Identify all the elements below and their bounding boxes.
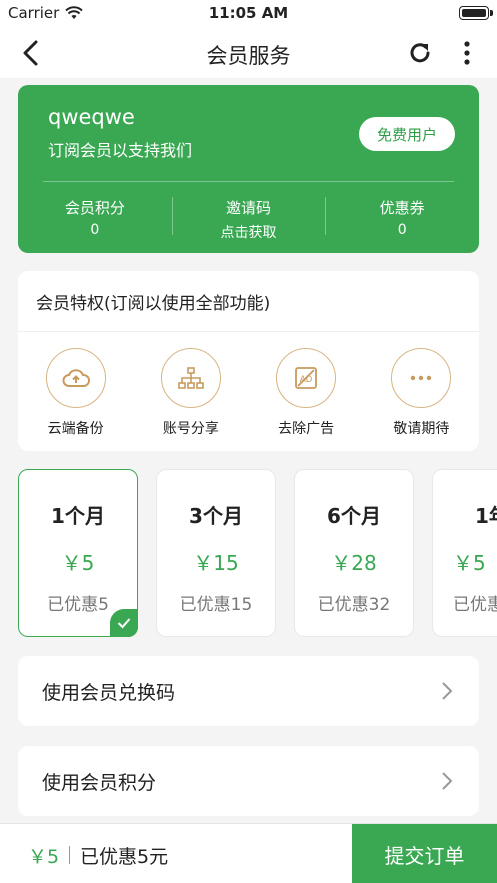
- privilege-list: 云端备份 账号分享 AD 去除广告: [18, 348, 479, 438]
- plan-discount: 已优惠15: [179, 595, 253, 615]
- more-dots-icon: [391, 348, 452, 408]
- no-ad-icon: AD: [276, 348, 337, 408]
- stat-coupons[interactable]: 优惠券 0: [325, 197, 479, 242]
- privilege-label: 云端备份: [47, 421, 104, 437]
- order-bar: ￥5 已优惠5元 提交订单: [0, 823, 497, 883]
- stat-value: 0: [397, 222, 407, 238]
- divider: [43, 181, 454, 182]
- use-points-row[interactable]: 使用会员积分: [18, 746, 479, 816]
- cloud-upload-icon: [45, 348, 106, 408]
- privilege-coming-soon[interactable]: 敬请期待: [364, 348, 479, 438]
- plan-duration: 1年: [475, 504, 497, 528]
- plan-duration: 3个月: [189, 504, 243, 528]
- stat-label: 优惠券: [379, 199, 425, 217]
- privilege-cloud-backup[interactable]: 云端备份: [18, 348, 133, 438]
- chevron-right-icon: [442, 772, 453, 790]
- more-vertical-icon[interactable]: [461, 40, 473, 66]
- stat-value: 点击获取: [220, 225, 277, 241]
- member-subtitle: 订阅会员以支持我们: [48, 141, 193, 160]
- share-tree-icon: [160, 348, 221, 408]
- redeem-code-row[interactable]: 使用会员兑换码: [18, 656, 479, 726]
- stat-points[interactable]: 会员积分 0: [18, 197, 172, 242]
- plan-price: ￥28: [331, 551, 377, 575]
- row-label: 使用会员兑换码: [42, 682, 176, 704]
- plan-price: ￥15: [193, 551, 239, 575]
- plan-duration: 6个月: [327, 504, 381, 528]
- privilege-account-share[interactable]: 账号分享: [133, 348, 248, 438]
- user-type-badge[interactable]: 免费用户: [359, 117, 455, 151]
- privilege-remove-ads[interactable]: AD 去除广告: [249, 348, 364, 438]
- row-label: 使用会员积分: [42, 772, 157, 794]
- plan-price: ￥5: [61, 551, 95, 575]
- member-stats: 会员积分 0 邀请码 点击获取 优惠券 0: [18, 197, 479, 242]
- submit-order-button[interactable]: 提交订单: [352, 824, 497, 883]
- privilege-label: 敬请期待: [393, 421, 450, 437]
- status-bar: Carrier 11:05 AM: [0, 0, 497, 28]
- checkmark-icon: [110, 609, 138, 637]
- privilege-label: 去除广告: [278, 421, 335, 437]
- plan-discount: 已优惠: [453, 595, 497, 615]
- refresh-icon[interactable]: [407, 40, 433, 66]
- divider: [18, 331, 479, 332]
- order-saved: 已优惠5元: [80, 846, 169, 868]
- plan-price: ￥5: [453, 551, 486, 575]
- stat-value: 0: [90, 222, 100, 238]
- battery-icon: [459, 6, 493, 20]
- plan-carousel[interactable]: 1个月 ￥5 已优惠5 3个月 ￥15 已优惠15 6个月 ￥28 已优惠32 …: [18, 469, 497, 637]
- plan-3-month[interactable]: 3个月 ￥15 已优惠15: [156, 469, 276, 637]
- plan-discount: 已优惠32: [317, 595, 391, 615]
- order-total: ￥5: [28, 846, 60, 868]
- member-card: qweqwe 订阅会员以支持我们 免费用户 会员积分 0 邀请码 点击获取 优惠…: [18, 85, 479, 253]
- username: qweqwe: [48, 105, 135, 129]
- plan-duration: 1个月: [51, 504, 105, 528]
- stat-label: 会员积分: [64, 199, 125, 217]
- clock: 11:05 AM: [208, 4, 289, 22]
- privilege-label: 账号分享: [162, 421, 219, 437]
- privileges-card: 会员特权(订阅以使用全部功能) 云端备份 账号分享 去除广告 敬请期待: [18, 271, 479, 451]
- plan-1-month[interactable]: 1个月 ￥5 已优惠5: [18, 469, 138, 637]
- nav-bar: 会员服务: [0, 28, 497, 78]
- privileges-title: 会员特权(订阅以使用全部功能): [36, 294, 271, 314]
- divider: [69, 846, 70, 864]
- plan-1-year[interactable]: 1年 ￥5 已优惠: [432, 469, 497, 637]
- plan-6-month[interactable]: 6个月 ￥28 已优惠32: [294, 469, 414, 637]
- stat-label: 邀请码: [226, 199, 272, 217]
- chevron-right-icon: [442, 682, 453, 700]
- stat-invite-code[interactable]: 邀请码 点击获取: [171, 197, 326, 242]
